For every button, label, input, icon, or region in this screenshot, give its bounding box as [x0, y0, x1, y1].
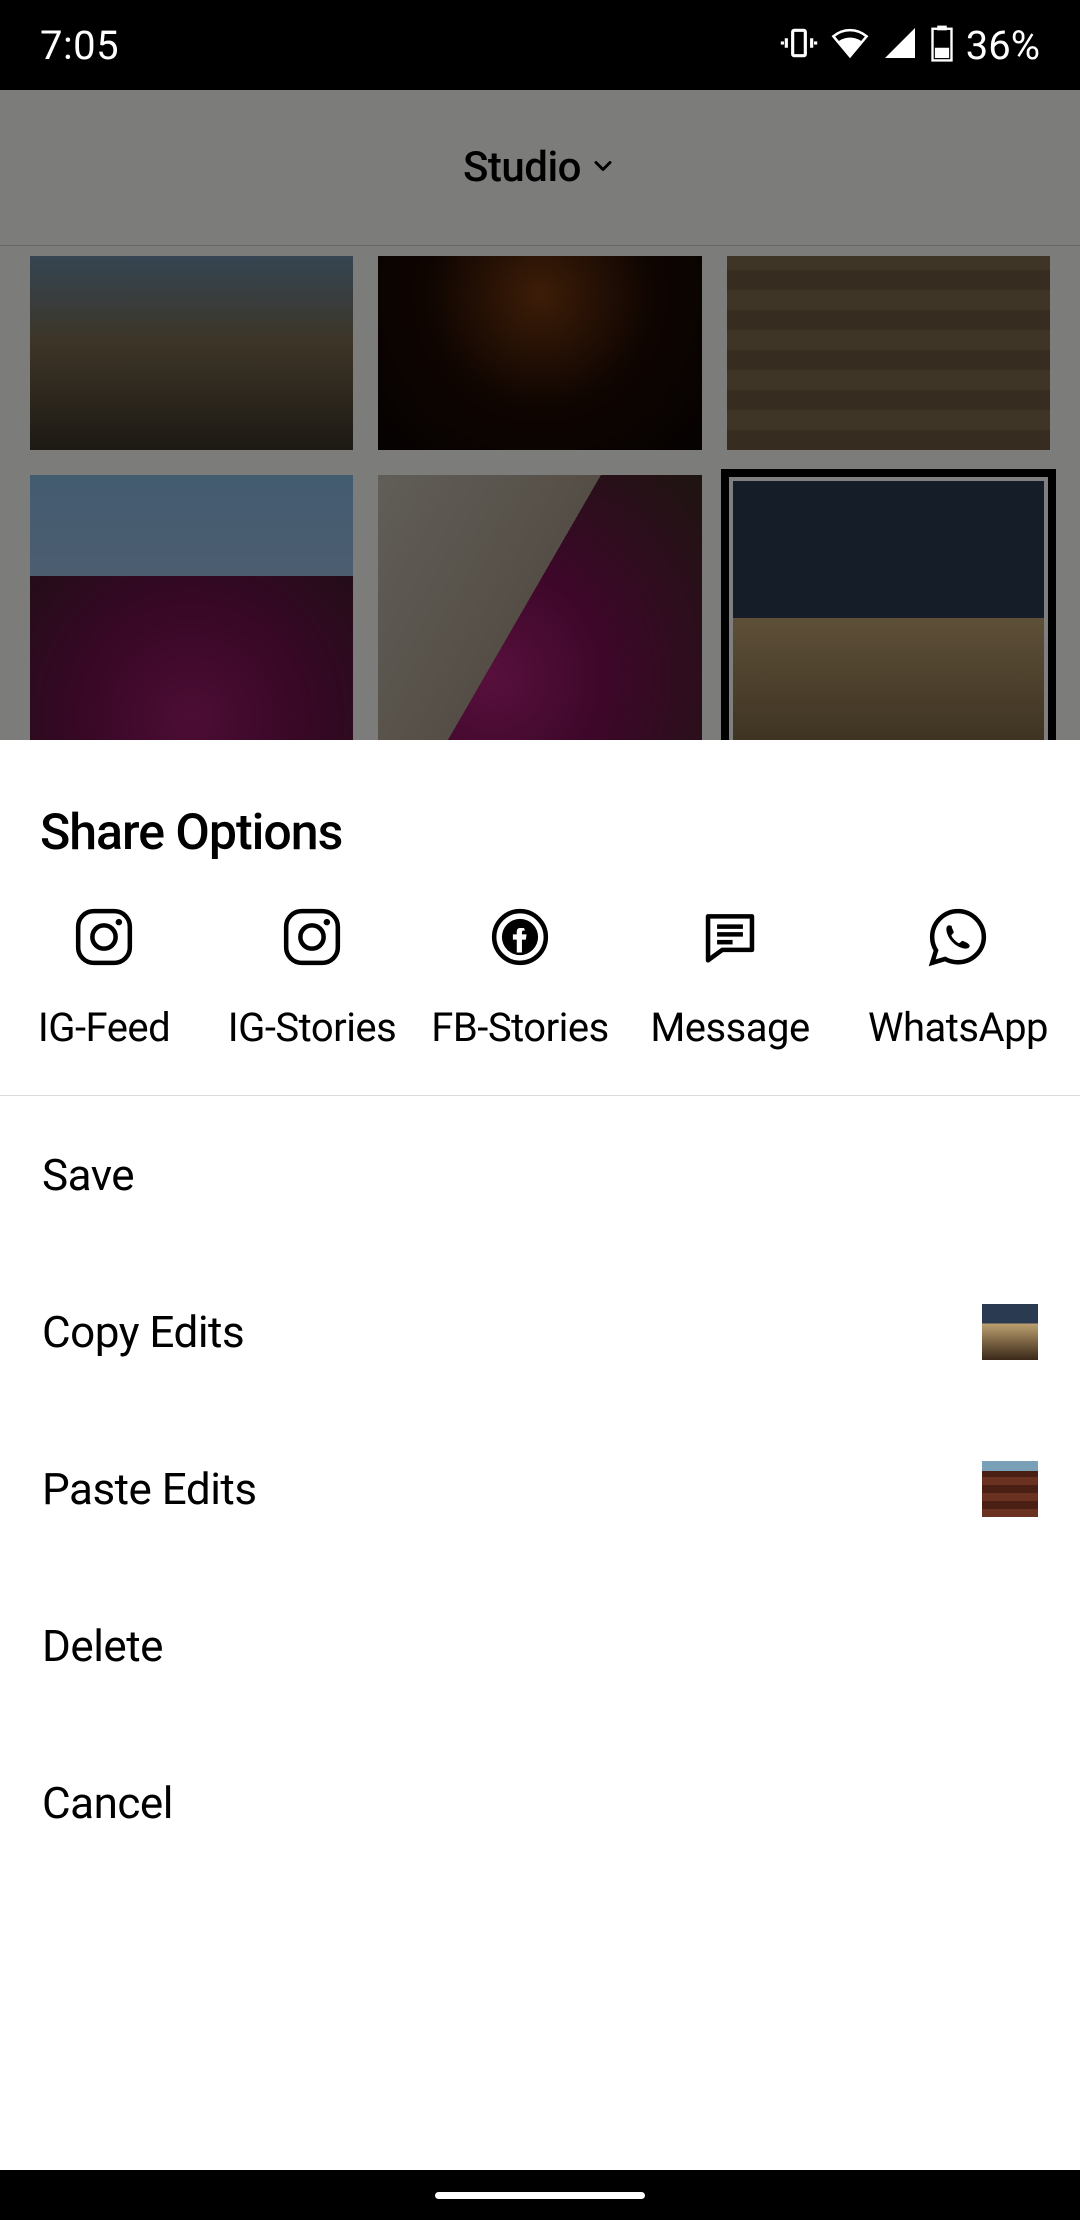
copy-edits-thumbnail: [982, 1304, 1038, 1360]
share-label: IG-Feed: [38, 1004, 170, 1051]
whatsapp-icon: [927, 906, 989, 968]
signal-icon: [882, 25, 918, 65]
action-save[interactable]: Save: [0, 1096, 1080, 1253]
sheet-title: Share Options: [40, 804, 1040, 862]
action-copy-edits[interactable]: Copy Edits: [0, 1253, 1080, 1410]
action-label: Paste Edits: [42, 1463, 257, 1515]
action-label: Save: [42, 1149, 134, 1201]
paste-edits-thumbnail: [982, 1461, 1038, 1517]
share-ig-feed[interactable]: IG-Feed: [0, 906, 208, 1051]
share-options-sheet: Share Options IG-Feed IG-Stories FB-Stor…: [0, 740, 1080, 2170]
action-paste-edits[interactable]: Paste Edits: [0, 1410, 1080, 1567]
share-message[interactable]: Message: [624, 906, 836, 1051]
status-time: 7:05: [40, 22, 119, 69]
wifi-icon: [830, 23, 870, 67]
share-label: IG-Stories: [228, 1004, 397, 1051]
share-label: Message: [650, 1004, 809, 1051]
share-whatsapp[interactable]: WhatsApp: [836, 906, 1080, 1051]
facebook-icon: [489, 906, 551, 968]
status-bar: 7:05 36%: [0, 0, 1080, 90]
message-icon: [699, 906, 761, 968]
share-ig-stories[interactable]: IG-Stories: [208, 906, 416, 1051]
action-label: Copy Edits: [42, 1306, 244, 1358]
share-label: WhatsApp: [868, 1004, 1048, 1051]
action-delete[interactable]: Delete: [0, 1567, 1080, 1724]
share-fb-stories[interactable]: FB-Stories: [416, 906, 624, 1051]
gesture-pill[interactable]: [435, 2192, 645, 2199]
vibrate-icon: [780, 24, 818, 66]
instagram-icon: [73, 906, 135, 968]
instagram-icon: [281, 906, 343, 968]
action-label: Delete: [42, 1620, 163, 1672]
action-cancel[interactable]: Cancel: [0, 1724, 1080, 1881]
android-nav-bar: [0, 2170, 1080, 2220]
battery-icon: [930, 24, 954, 66]
status-right: 36%: [780, 22, 1040, 69]
share-targets-row: IG-Feed IG-Stories FB-Stories Message Wh: [0, 898, 1080, 1096]
share-label: FB-Stories: [431, 1004, 608, 1051]
actions-list: Save Copy Edits Paste Edits Delete Cance…: [0, 1096, 1080, 1881]
battery-percent: 36%: [966, 22, 1040, 69]
action-label: Cancel: [42, 1777, 173, 1829]
